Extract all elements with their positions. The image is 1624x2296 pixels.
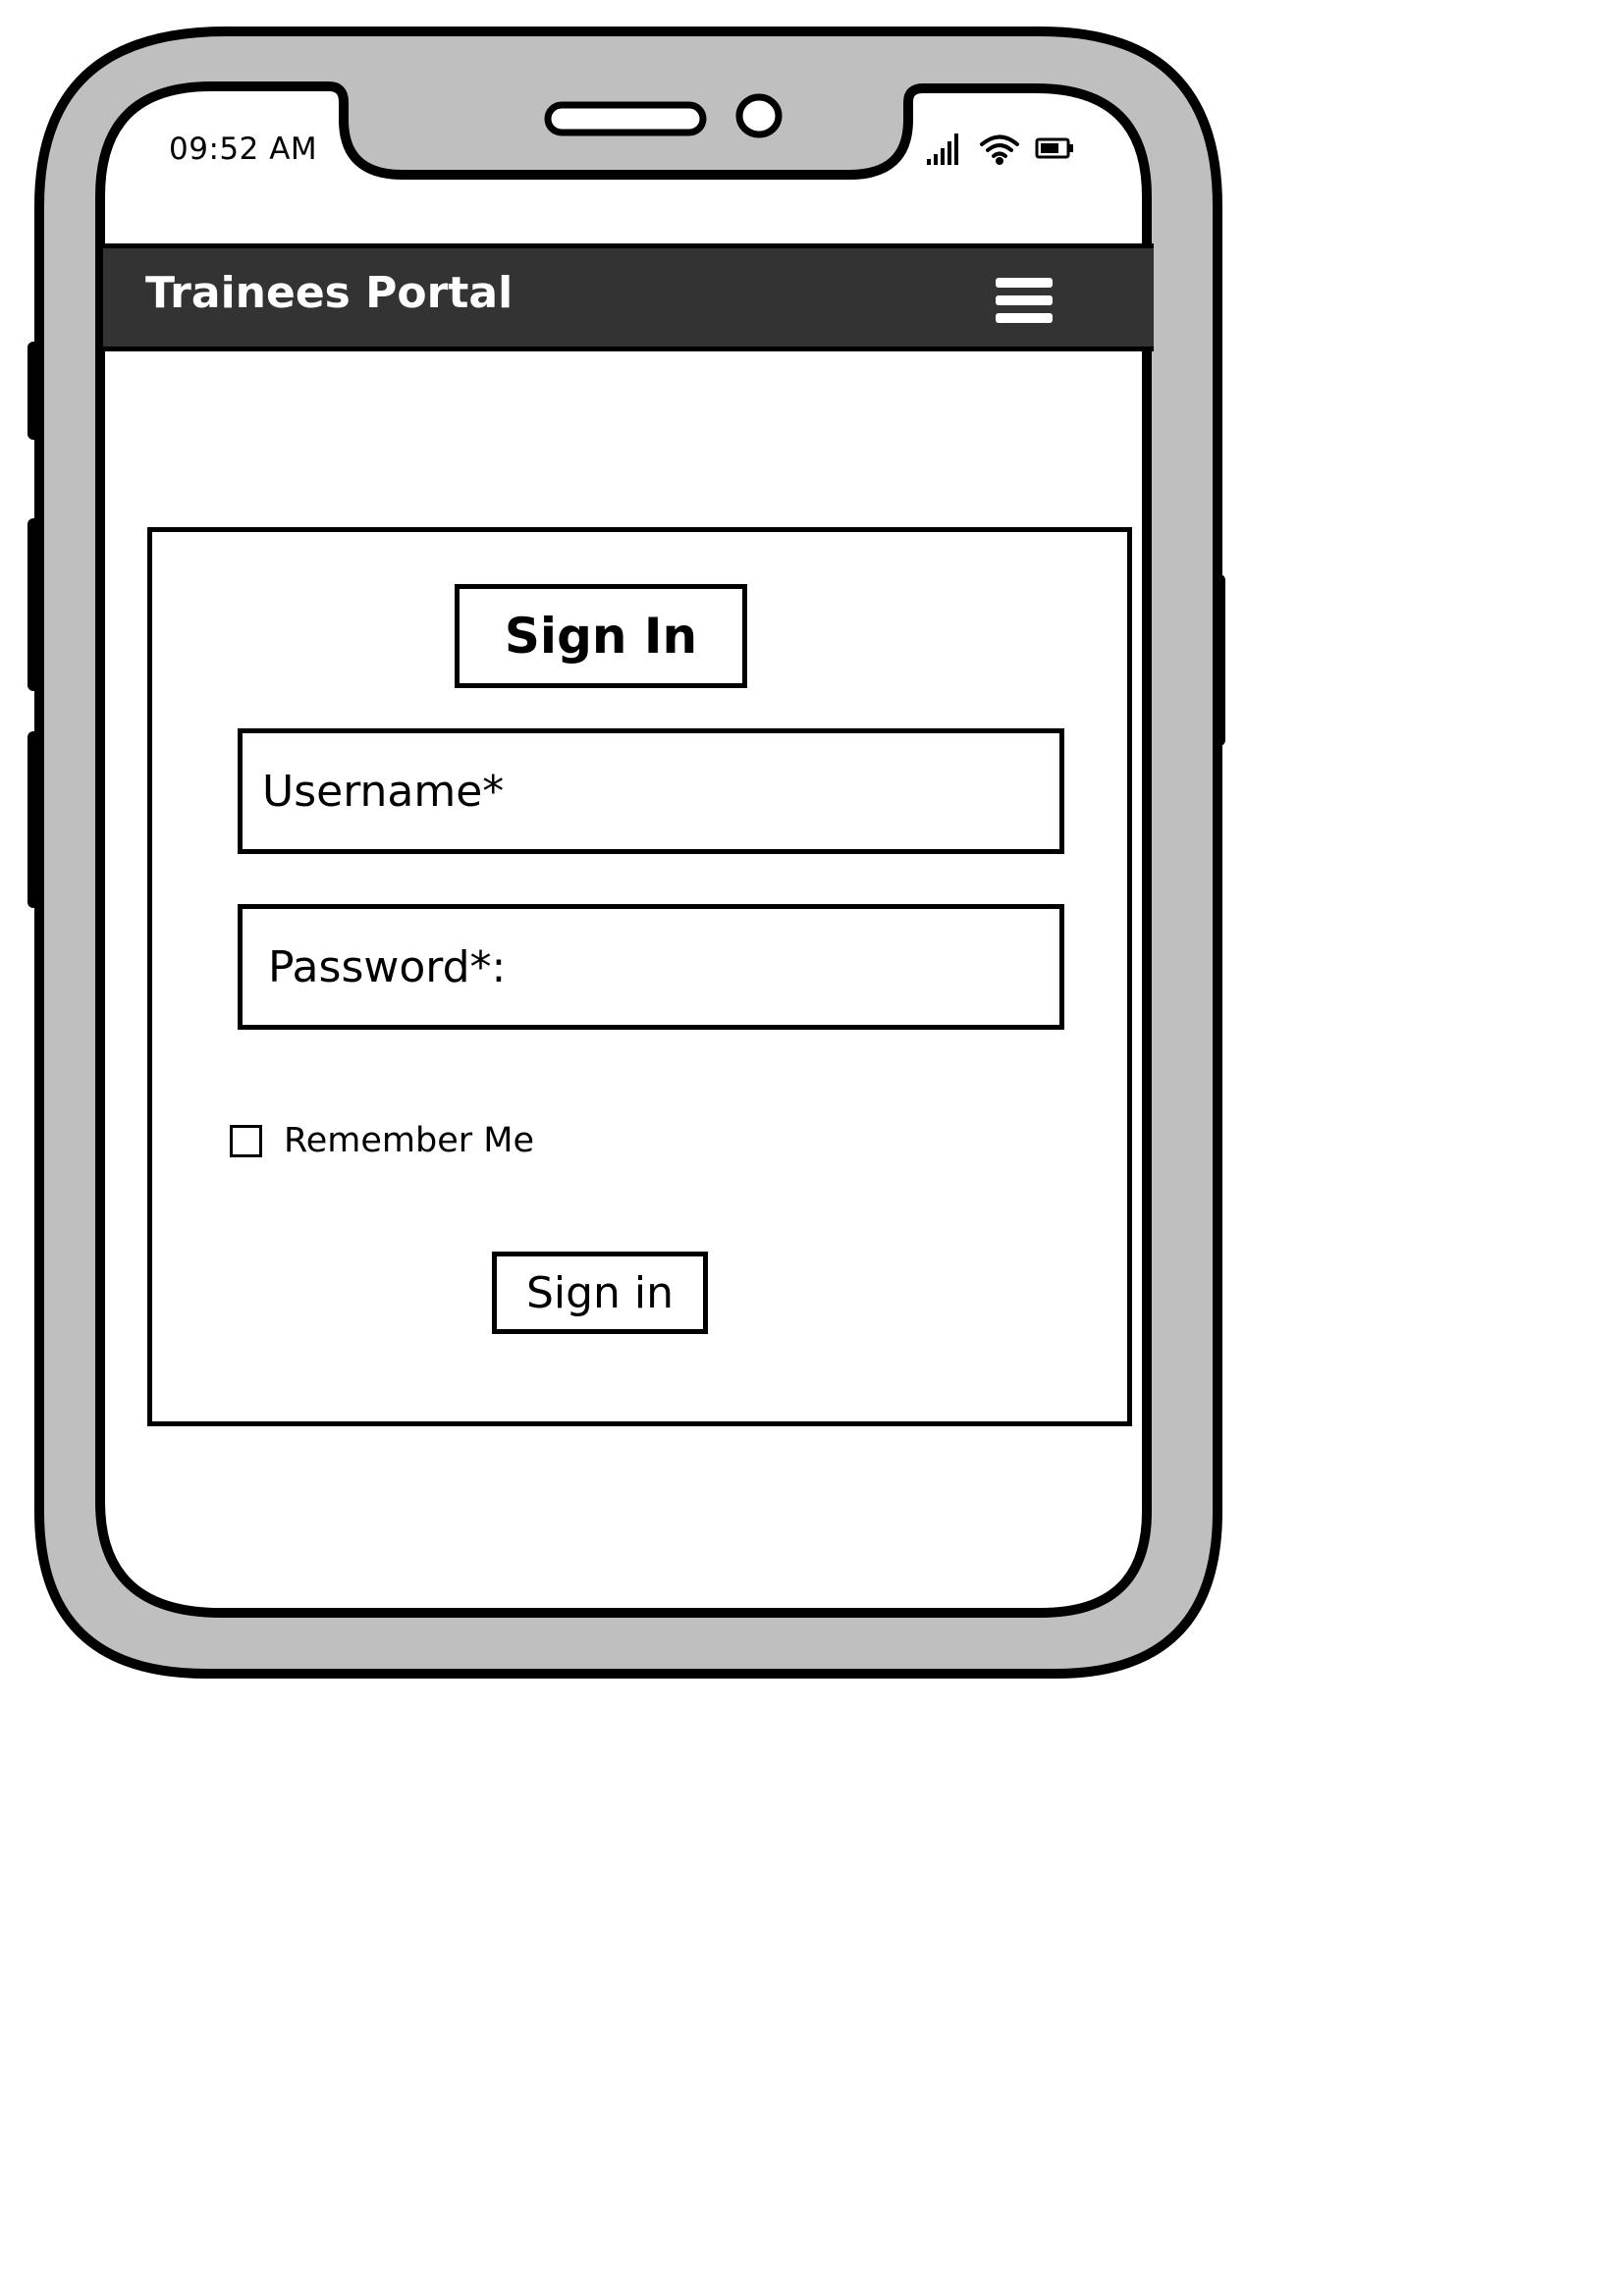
status-icons bbox=[927, 133, 1073, 165]
app-title: Trainees Portal bbox=[145, 268, 514, 318]
wireframe-page: 09:52 AM Trainees Portal Sign In Usernam… bbox=[0, 0, 1624, 2296]
username-input[interactable] bbox=[243, 733, 1059, 849]
password-input[interactable] bbox=[243, 909, 1059, 1025]
sign-in-card: Sign In Remember Me Sign in bbox=[147, 527, 1132, 1426]
remember-me-checkbox[interactable] bbox=[230, 1124, 262, 1157]
battery-icon bbox=[1035, 137, 1073, 159]
password-field[interactable] bbox=[238, 904, 1064, 1030]
remember-me-row[interactable]: Remember Me bbox=[230, 1121, 534, 1160]
status-time: 09:52 AM bbox=[169, 132, 318, 167]
signal-icon bbox=[927, 133, 958, 165]
app-header: Trainees Portal bbox=[103, 243, 1154, 351]
sign-in-heading-box: Sign In bbox=[455, 584, 747, 688]
sign-in-button[interactable]: Sign in bbox=[492, 1252, 708, 1334]
hamburger-menu-icon[interactable] bbox=[992, 274, 1060, 329]
sign-in-heading: Sign In bbox=[504, 608, 698, 665]
remember-me-label[interactable]: Remember Me bbox=[284, 1121, 534, 1160]
username-field[interactable] bbox=[238, 728, 1064, 854]
wifi-icon bbox=[980, 134, 1019, 165]
